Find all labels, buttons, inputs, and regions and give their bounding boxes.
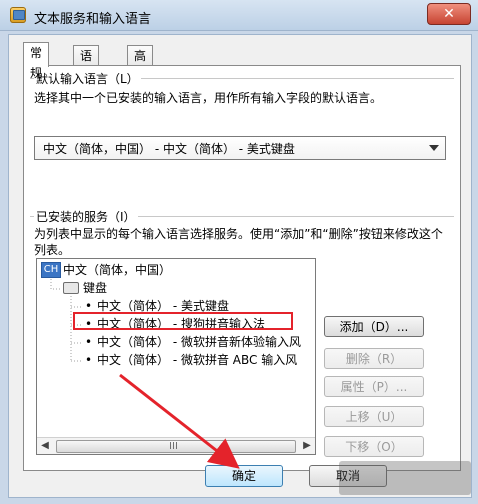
bullet-icon: • bbox=[85, 335, 93, 349]
installed-services-desc: 为列表中显示的每个输入语言选择服务。使用“添加”和“删除”按钮来修改这个列表。 bbox=[34, 227, 443, 257]
keyboard-icon bbox=[63, 282, 79, 294]
tree-item-label: 中文（简体） - 微软拼音新体验输入风 bbox=[97, 335, 301, 349]
tree-node-language[interactable]: 中文（简体，中国） bbox=[63, 261, 171, 278]
default-language-dropdown[interactable]: 中文（简体，中国） - 中文（简体） - 美式键盘 bbox=[34, 136, 446, 160]
horizontal-scrollbar[interactable]: ◀ ▶ bbox=[37, 437, 315, 454]
close-button[interactable]: ✕ bbox=[427, 3, 471, 25]
tree-item-label: 中文（简体） - 美式键盘 bbox=[97, 299, 229, 313]
tree-item-label: 中文（简体） - 微软拼音 ABC 输入风 bbox=[97, 353, 298, 367]
tree-item-microsoft-pinyin-abc[interactable]: • 中文（简体） - 微软拼音 ABC 输入风 bbox=[85, 351, 297, 368]
bullet-icon: • bbox=[85, 353, 93, 367]
tree-item-microsoft-pinyin-new[interactable]: • 中文（简体） - 微软拼音新体验输入风 bbox=[85, 333, 301, 350]
scroll-left-icon[interactable]: ◀ bbox=[37, 438, 53, 454]
properties-button[interactable]: 属性（P）... bbox=[324, 376, 424, 397]
tab-general[interactable]: 常规 bbox=[23, 42, 50, 80]
language-ch-icon: CH bbox=[41, 262, 61, 278]
window-title: 文本服务和输入语言 bbox=[34, 12, 152, 27]
installed-services-tree[interactable]: CH 中文（简体，中国） 键盘 • 中文（简体） - 美式键盘 • 中文（简体） -… bbox=[36, 258, 316, 455]
move-up-button[interactable]: 上移（U） bbox=[324, 406, 424, 427]
add-button[interactable]: 添加（D）... bbox=[324, 316, 424, 337]
scroll-right-icon[interactable]: ▶ bbox=[299, 438, 315, 454]
tab-language-bar[interactable]: 语言栏 bbox=[73, 45, 100, 103]
scroll-grip-icon bbox=[170, 442, 178, 449]
bullet-icon: • bbox=[85, 299, 93, 313]
dialog-client-area: 常规 语言栏 高级键设置 默认输入语言（L） 选择其中一个已安装的输入语言，用作… bbox=[8, 34, 472, 498]
default-language-selected: 中文（简体，中国） - 中文（简体） - 美式键盘 bbox=[43, 142, 295, 156]
watermark-overlay bbox=[339, 461, 471, 495]
tab-panel-general: 默认输入语言（L） 选择其中一个已安装的输入语言，用作所有输入字段的默认语言。 … bbox=[23, 65, 461, 471]
default-language-desc: 选择其中一个已安装的输入语言，用作所有输入字段的默认语言。 bbox=[34, 91, 383, 105]
remove-button[interactable]: 删除（R） bbox=[324, 348, 424, 369]
keyboard-app-icon bbox=[10, 7, 26, 23]
move-down-button[interactable]: 下移（O） bbox=[324, 436, 424, 457]
tab-advanced-key-settings[interactable]: 高级键设置 bbox=[127, 45, 154, 143]
tree-node-keyboard[interactable]: 键盘 bbox=[83, 279, 107, 296]
chevron-down-icon bbox=[429, 145, 439, 151]
default-language-title: 默认输入语言（L） bbox=[34, 70, 141, 87]
annotation-highlight-box bbox=[73, 312, 293, 330]
ok-button[interactable]: 确定 bbox=[205, 465, 283, 487]
installed-services-title: 已安装的服务（I） bbox=[34, 208, 138, 225]
title-bar: 文本服务和输入语言 ✕ bbox=[0, 0, 478, 31]
